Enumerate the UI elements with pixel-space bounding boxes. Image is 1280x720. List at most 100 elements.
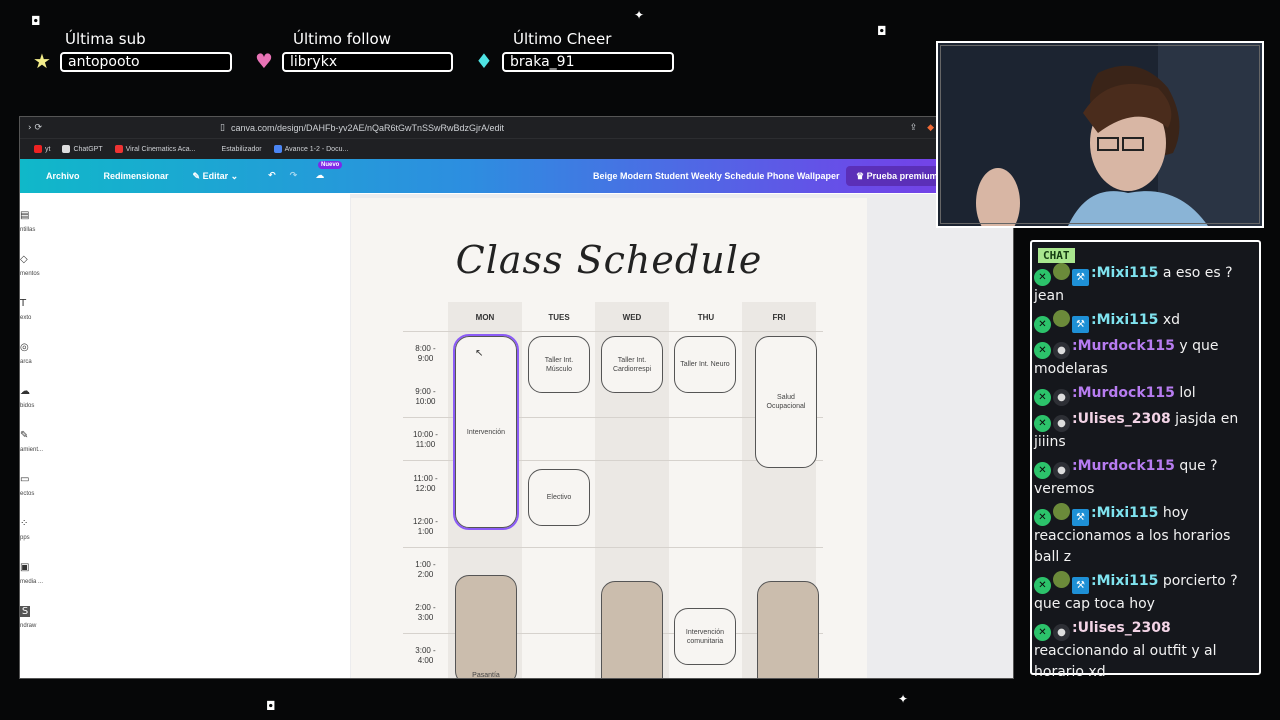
day-tues: TUES xyxy=(548,313,570,322)
chat-message: ✕ ⚒:Mixi115 hoy reaccionamos a los horari… xyxy=(1032,502,1259,570)
chat-username[interactable]: :Mixi115 xyxy=(1091,312,1158,328)
moderator-badge-icon: ✕ xyxy=(1034,415,1051,432)
webcam-frame xyxy=(940,45,1260,224)
last-cheer-label: Último Cheer xyxy=(513,30,612,48)
class-intervencion-comunitaria[interactable]: Intervención comunitaria xyxy=(674,608,736,665)
bookmark-avance[interactable]: Avance 1-2 - Docu... xyxy=(273,145,348,153)
class-intervencion[interactable]: Intervención xyxy=(453,334,519,530)
premium-button[interactable]: ♛ Prueba premium xyxy=(846,166,948,186)
chat-username[interactable]: :Mixi115 xyxy=(1091,505,1158,521)
time-slot: 11:00 -12:00 xyxy=(413,474,438,493)
user-badge-icon: ● xyxy=(1053,462,1070,479)
app-logo-icon: S xyxy=(20,606,30,617)
redo-icon[interactable]: ↷ xyxy=(290,171,298,181)
cloud-save-icon[interactable]: ☁ xyxy=(315,171,324,181)
menu-archivo[interactable]: Archivo xyxy=(46,171,80,181)
template-icon: ▤ xyxy=(20,210,30,221)
sidebar-item-templates[interactable]: ▤ ntillas xyxy=(20,210,50,233)
class-pasantia-wed[interactable]: Pasantía xyxy=(601,581,663,678)
mouse-cursor-icon: ↖ xyxy=(475,348,484,359)
sidebar-item-apps[interactable]: ⁘ pps xyxy=(20,518,50,541)
menu-redimensionar[interactable]: Redimensionar xyxy=(104,171,169,181)
heart-icon: ♥ xyxy=(255,49,273,73)
chat-message: ✕ ●:Murdock115 lol xyxy=(1032,382,1259,408)
hammer-badge-icon: ⚒ xyxy=(1072,509,1089,526)
sidebar-item-draw[interactable]: ✎ amient... xyxy=(20,430,50,453)
schedule-title[interactable]: Class Schedule xyxy=(351,238,867,282)
url-text[interactable]: canva.com/design/DAHFb-yv2AE/nQaR6tGwTnS… xyxy=(231,123,504,133)
time-slot: 2:00 -3:00 xyxy=(415,603,436,622)
chat-username[interactable]: :Mixi115 xyxy=(1091,265,1158,281)
user-badge-icon: ● xyxy=(1053,389,1070,406)
class-taller-neuro[interactable]: Taller Int. Neuro xyxy=(674,336,736,393)
stream-chat: CHAT ✕ ⚒:Mixi115 a eso es ?jean ✕ ⚒:Mixi11… xyxy=(1030,240,1261,680)
moderator-badge-icon: ✕ xyxy=(1034,389,1051,406)
chat-username[interactable]: :Murdock115 xyxy=(1072,458,1175,474)
menu-editar[interactable]: ✎ Editar ⌄ xyxy=(193,171,239,182)
apps-icon: ⁘ xyxy=(20,518,29,529)
emote-badge-icon xyxy=(1053,571,1070,588)
chat-username[interactable]: :Murdock115 xyxy=(1072,385,1175,401)
last-follow-label: Último follow xyxy=(293,30,391,48)
sidebar-item-uploads[interactable]: ☁ bidos xyxy=(20,386,50,409)
document-title[interactable]: Beige Modern Student Weekly Schedule Pho… xyxy=(593,171,840,181)
hammer-badge-icon: ⚒ xyxy=(1072,316,1089,333)
moderator-badge-icon: ✕ xyxy=(1034,316,1051,333)
sidebar-item-text[interactable]: Texto xyxy=(20,298,50,321)
chat-text: xd xyxy=(1162,312,1181,328)
chat-message: ✕ ●:Murdock115 que ?veremos xyxy=(1032,455,1259,502)
bookmark-chatgpt[interactable]: ChatGPT xyxy=(62,145,103,153)
chat-username[interactable]: :Mixi115 xyxy=(1091,573,1158,589)
canva-toolbar: Archivo Redimensionar ✎ Editar ⌄ ↶ ↷ ☁ N… xyxy=(20,159,1013,193)
chat-username[interactable]: :Murdock115 xyxy=(1072,338,1175,354)
bookmark-yt[interactable]: yt xyxy=(34,145,50,153)
emote-badge-icon xyxy=(1053,503,1070,520)
shapes-icon: ◇ xyxy=(20,254,28,265)
chat-message: ✕ ⚒:Mixi115 porcierto ?que cap toca hoy xyxy=(1032,570,1259,617)
sidebar-item-media[interactable]: ▣ media ... xyxy=(20,562,50,585)
sidebar-item-brand[interactable]: ◎ arca xyxy=(20,342,50,365)
sparkle-icon: ◘ xyxy=(266,699,276,713)
new-badge: Nuevo xyxy=(318,161,343,169)
emote-badge-icon xyxy=(1053,263,1070,280)
moderator-badge-icon: ✕ xyxy=(1034,624,1051,641)
time-slot: 3:00 -4:00 xyxy=(415,646,436,665)
bookmarks-bar: yt ChatGPT Viral Cinematics Aca... Estab… xyxy=(20,138,1013,159)
reload-icon[interactable]: › ⟳ xyxy=(20,123,60,133)
bookmark-icon[interactable]: ▯ xyxy=(220,123,225,133)
upload-icon: ☁ xyxy=(20,386,30,397)
hammer-badge-icon: ⚒ xyxy=(1072,269,1089,286)
sidebar-item-draw-app[interactable]: Sndraw xyxy=(20,606,50,629)
star-icon: ★ xyxy=(33,49,51,73)
class-salud-ocupacional[interactable]: Salud Ocupacional xyxy=(755,336,817,468)
chat-username[interactable]: :Ulises_2308 xyxy=(1072,620,1171,636)
day-fri: FRI xyxy=(772,313,786,322)
last-sub-label: Última sub xyxy=(65,30,146,48)
class-taller-cardio[interactable]: Taller Int. Cardiorrespi xyxy=(601,336,663,393)
moderator-badge-icon: ✕ xyxy=(1034,462,1051,479)
undo-icon[interactable]: ↶ xyxy=(268,171,276,181)
sidebar-item-elements[interactable]: ◇ mentos xyxy=(20,254,50,277)
chatgpt-icon xyxy=(62,145,71,153)
bookmark-estabilizador[interactable]: Estabilizador xyxy=(222,146,262,153)
chat-message: ✕ ●:Ulises_2308 jasjda en jiiins xyxy=(1032,408,1259,455)
share-icon[interactable]: ⇪ xyxy=(910,122,918,133)
site-icon xyxy=(114,145,123,153)
class-taller-musculo[interactable]: Taller Int. Músculo xyxy=(528,336,590,393)
sidebar-item-projects[interactable]: ▭ ectos xyxy=(20,474,50,497)
chevron-down-icon: ⌄ xyxy=(230,170,239,181)
last-cheer-value: braka_91 xyxy=(502,52,674,72)
class-pasantia-mon[interactable]: Pasantía xyxy=(455,575,517,678)
docs-icon xyxy=(273,145,282,153)
bookmark-viral[interactable]: Viral Cinematics Aca... xyxy=(114,145,196,153)
shield-icon[interactable]: ◆ xyxy=(927,122,934,133)
design-page[interactable]: Class Schedule MON TUES WED THU FRI 8:00… xyxy=(351,198,867,678)
time-slot: 1:00 -2:00 xyxy=(415,560,436,579)
media-icon: ▣ xyxy=(20,562,30,573)
class-pasantia-fri[interactable]: Pasantía xyxy=(757,581,819,678)
editor-workspace: ▤ ntillas ◇ mentos Texto ◎ arca ☁ bidos ✎ ami… xyxy=(20,194,1013,678)
class-electivo[interactable]: Electivo xyxy=(528,469,590,526)
chat-text: lol xyxy=(1179,385,1196,401)
chat-username[interactable]: :Ulises_2308 xyxy=(1072,411,1171,427)
grid-line xyxy=(403,547,823,548)
